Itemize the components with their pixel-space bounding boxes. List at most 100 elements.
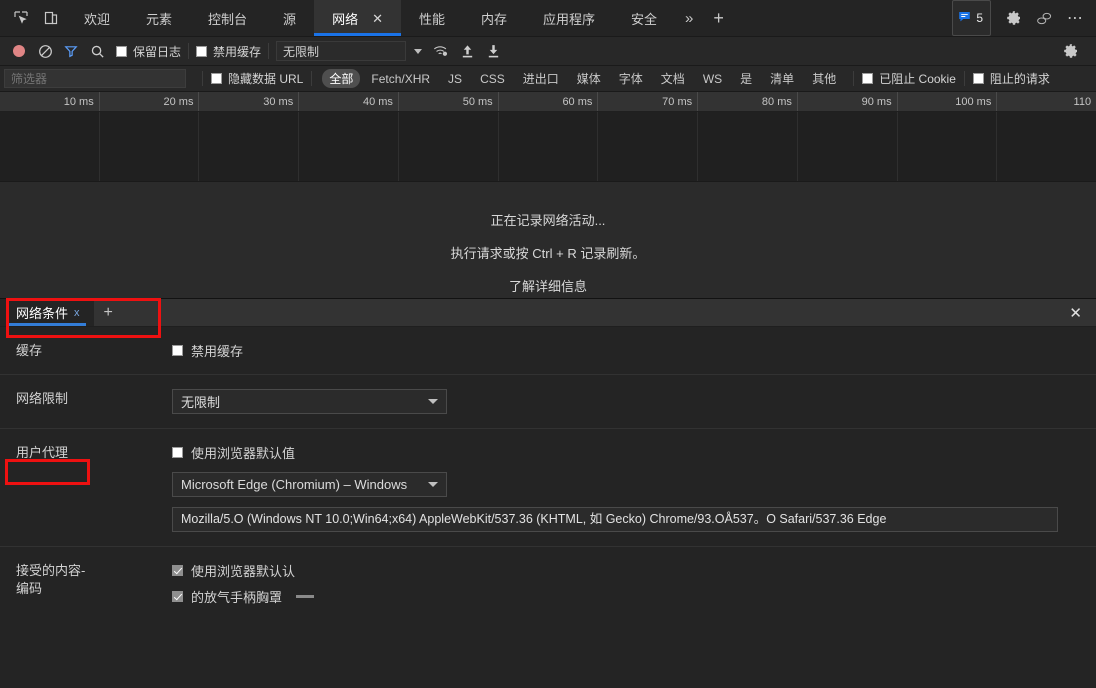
tab-label: 网络: [332, 11, 359, 27]
tab-welcome[interactable]: 欢迎: [66, 0, 128, 36]
network-toolbar: 保留日志 禁用缓存 无限制: [0, 37, 1096, 66]
tab-console[interactable]: 控制台: [190, 0, 265, 36]
drawer-close-icon[interactable]: ✕: [1055, 299, 1096, 326]
network-settings-gear-icon[interactable]: [1058, 38, 1084, 64]
overview-cell: [497, 112, 598, 181]
type-chip-css[interactable]: CSS: [473, 71, 512, 87]
ruler-tick: 40 ms: [298, 92, 398, 111]
blocked-cookies-checkbox[interactable]: 已阻止 Cookie: [862, 70, 956, 87]
learn-more-link[interactable]: 了解详细信息: [509, 276, 587, 295]
disable-cache-checkbox[interactable]: 禁用缓存: [172, 341, 1096, 360]
toolbar-divider: [188, 43, 190, 59]
accept-encoding-browser-default-checkbox[interactable]: 使用浏览器默认认: [172, 561, 1096, 580]
network-empty-state: 正在记录网络活动... 执行请求或按 Ctrl + R 记录刷新。 了解详细信息: [0, 182, 1096, 298]
import-har-icon[interactable]: [454, 38, 480, 64]
user-agent-preset-select[interactable]: Microsoft Edge (Chromium) – Windows: [172, 472, 447, 497]
checkbox-box: [172, 447, 183, 458]
more-options-icon[interactable]: ⋯: [1060, 0, 1096, 36]
ruler-tick: 10 ms: [63, 96, 94, 108]
preserve-log-checkbox[interactable]: 保留日志: [116, 43, 181, 60]
checkbox-box: [172, 565, 183, 576]
type-chip-img[interactable]: 进出口: [516, 69, 566, 88]
user-agent-string-input[interactable]: Mozilla/5.O (Windows NT 10.0;Win64;x64) …: [172, 507, 1058, 532]
tab-label: 性能: [418, 11, 445, 27]
overview-cell: [996, 112, 1096, 181]
overview-cell: [298, 112, 398, 181]
use-browser-default-ua-checkbox[interactable]: 使用浏览器默认值: [172, 443, 1096, 462]
accept-encoding-label-line2: 编码: [16, 581, 43, 596]
preserve-log-label: 保留日志: [133, 44, 182, 59]
search-icon[interactable]: [84, 38, 110, 64]
recording-instruction-text: 执行请求或按 Ctrl + R 记录刷新。: [450, 246, 646, 261]
chevron-down-icon[interactable]: [414, 48, 423, 54]
checkbox-box: [196, 45, 208, 57]
type-chip-font[interactable]: 字体: [612, 69, 650, 88]
network-throttling-row: 网络限制 无限制: [0, 375, 1096, 429]
network-conditions-icon[interactable]: [428, 38, 454, 64]
device-toolbar-icon[interactable]: [36, 0, 66, 36]
tab-application[interactable]: 应用程序: [525, 0, 613, 36]
network-throttling-value: 无限制: [181, 395, 221, 410]
network-overview[interactable]: [0, 112, 1096, 182]
blocked-cookies-label: 已阻止 Cookie: [879, 72, 956, 86]
gear-icon[interactable]: [999, 0, 1029, 36]
type-chip-wasm[interactable]: 是: [733, 69, 759, 88]
user-agent-label: 用户代理: [16, 445, 69, 460]
chevron-down-icon: [428, 482, 438, 487]
clear-icon[interactable]: [32, 38, 58, 64]
overview-cell: [397, 112, 498, 181]
timeline-ruler: 10 ms 20 ms 30 ms 40 ms 50 ms 60 ms 70 m…: [0, 92, 1096, 112]
feedback-icon[interactable]: [1029, 0, 1060, 36]
type-chip-fetch-xhr[interactable]: Fetch/XHR: [364, 71, 437, 87]
close-icon[interactable]: ✕: [372, 12, 383, 25]
tab-memory[interactable]: 内存: [463, 0, 525, 36]
cache-field: 禁用缓存: [172, 341, 1096, 360]
overview-cell: [896, 112, 997, 181]
overview-cell: [796, 112, 897, 181]
drawer: 网络条件 x + ✕ 缓存 禁用缓存 网络限制 无限制 用户代理 使用浏览器默认…: [0, 298, 1096, 688]
tab-sources[interactable]: 源: [265, 0, 314, 36]
ruler-tick: 90 ms: [796, 92, 897, 111]
hide-data-urls-checkbox[interactable]: 隐藏数据 URL: [211, 70, 303, 87]
record-button[interactable]: [6, 38, 32, 64]
accept-encoding-label-line1: 接受的内容-: [16, 563, 86, 578]
tab-performance[interactable]: 性能: [401, 0, 463, 36]
type-chip-ws[interactable]: WS: [696, 71, 729, 87]
toolbar-divider: [268, 43, 270, 59]
filter-divider: [311, 71, 313, 86]
overview-cell: [597, 112, 697, 181]
more-tabs-button[interactable]: »: [675, 0, 703, 36]
tab-elements[interactable]: 元素: [128, 0, 190, 36]
blocked-requests-checkbox[interactable]: 阻止的请求: [972, 70, 1050, 87]
ruler-tick: 110: [996, 92, 1096, 111]
disable-cache-checkbox[interactable]: 禁用缓存: [196, 43, 261, 60]
drawer-add-tab-button[interactable]: +: [94, 299, 123, 326]
close-icon[interactable]: x: [74, 307, 80, 319]
inspect-element-icon[interactable]: [6, 0, 36, 36]
type-chip-manifest[interactable]: 清单: [763, 69, 801, 88]
export-har-icon[interactable]: [480, 38, 506, 64]
hide-data-urls-label: 隐藏数据 URL: [228, 72, 304, 86]
type-chip-other[interactable]: 其他: [805, 69, 843, 88]
tab-security[interactable]: 安全: [613, 0, 675, 36]
type-chip-doc[interactable]: 文档: [654, 69, 692, 88]
tab-label: 欢迎: [84, 11, 111, 27]
type-chip-media[interactable]: 媒体: [570, 69, 608, 88]
message-count-badge[interactable]: 5: [952, 0, 991, 36]
checkbox-box: [211, 73, 222, 84]
type-chip-js[interactable]: JS: [441, 71, 469, 87]
tab-network[interactable]: 网络 ✕: [314, 0, 401, 36]
add-tab-button[interactable]: +: [703, 0, 734, 36]
accept-encoding-deflate-checkbox[interactable]: 的放气手柄胸罩: [172, 587, 1096, 606]
user-agent-preset-value: Microsoft Edge (Chromium) – Windows: [181, 477, 408, 492]
devtools-window: 欢迎 元素 控制台 源 网络 ✕ 性能 内存 应用程序 安全 » + 5 ⋯ 保…: [0, 0, 1096, 688]
throttling-select[interactable]: 无限制: [276, 41, 407, 61]
chevron-down-icon: [428, 399, 438, 404]
network-throttling-select[interactable]: 无限制: [172, 389, 447, 414]
tab-label: 应用程序: [543, 11, 596, 27]
filter-icon[interactable]: [58, 38, 84, 64]
drawer-tab-network-conditions[interactable]: 网络条件 x: [0, 299, 94, 326]
filter-input[interactable]: [4, 69, 186, 88]
type-chip-all[interactable]: 全部: [322, 69, 361, 88]
checkbox-box: [172, 345, 183, 356]
